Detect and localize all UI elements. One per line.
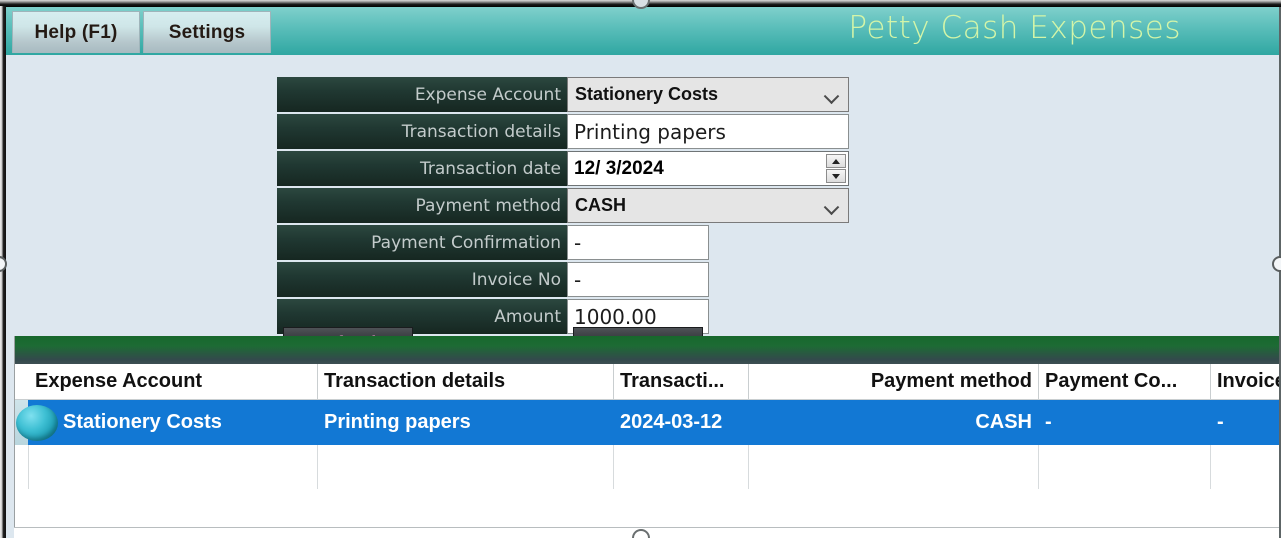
new-row-payment-confirmation[interactable] [1039,445,1211,489]
field-row-payment-method: Payment method CASH [277,188,849,223]
cell-transaction-details: Printing papers [318,400,614,445]
spinner-up-button[interactable] [826,154,846,168]
label-payment-confirmation: Payment Confirmation [277,225,567,260]
grid-header-transaction-date[interactable]: Transacti... [614,364,749,399]
transaction-details-value: Printing papers [574,119,726,144]
grid-header-expense-account[interactable]: Expense Account [29,364,318,399]
tab-help-label: Help (F1) [34,21,118,43]
new-row-transaction-date[interactable] [614,445,749,489]
label-transaction-details: Transaction details [277,114,567,149]
page-title: Petty Cash Expenses [848,10,1181,46]
field-row-payment-confirmation: Payment Confirmation - [277,225,849,260]
tab-settings[interactable]: Settings [143,11,271,53]
label-payment-method: Payment method [277,188,567,223]
payment-confirmation-input[interactable]: - [567,225,709,260]
amount-value: 1000.00 [574,304,657,329]
new-row-transaction-details[interactable] [318,445,614,489]
new-row-expense-account[interactable] [29,445,318,489]
grid-toolbar-strip [15,336,1280,364]
expense-account-select[interactable]: Stationery Costs [567,77,849,112]
chevron-down-icon [826,90,839,97]
cell-transaction-date: 2024-03-12 [614,400,749,445]
resize-handle-right[interactable] [1272,256,1281,272]
expense-form: Expense Account Stationery Costs Transac… [277,77,849,336]
grid-header-row: Expense Account Transaction details Tran… [15,364,1281,400]
application-window: Help (F1) Settings Petty Cash Expenses E… [0,0,1281,538]
grid-header-invoice-no[interactable]: Invoice [1211,364,1281,399]
grid-header-transaction-details[interactable]: Transaction details [318,364,614,399]
grid-header-payment-method[interactable]: Payment method [749,364,1039,399]
field-row-transaction-details: Transaction details Printing papers [277,114,849,149]
window-edge-left [0,6,6,538]
field-row-transaction-date: Transaction date 12/ 3/2024 [277,151,849,186]
label-expense-account: Expense Account [277,77,567,112]
tab-settings-label: Settings [168,21,246,43]
cell-expense-account: Stationery Costs [29,400,318,445]
grid-header-selector-cell [15,364,29,399]
grid-header-payment-confirmation[interactable]: Payment Co... [1039,364,1211,399]
cell-invoice-no: - [1211,400,1281,445]
table-row[interactable]: Stationery Costs Printing papers 2024-03… [15,400,1280,445]
invoice-no-value: - [574,267,582,292]
expenses-grid: Expense Account Transaction details Tran… [14,336,1281,532]
label-transaction-date: Transaction date [277,151,567,186]
expense-account-value: Stationery Costs [575,84,719,104]
transaction-date-value: 12/ 3/2024 [574,157,664,179]
chevron-down-icon [826,201,839,208]
cell-payment-confirmation: - [1039,400,1211,445]
new-row-payment-method[interactable] [749,445,1039,489]
toolbar-tabs: Help (F1) Settings [12,11,271,53]
label-invoice-no: Invoice No [277,262,567,297]
triangle-up-icon [832,158,840,164]
triangle-down-icon [832,173,840,179]
transaction-date-input[interactable]: 12/ 3/2024 [567,151,849,186]
tab-help[interactable]: Help (F1) [12,11,140,53]
grid-new-row[interactable] [15,445,1280,489]
header-bar: Help (F1) Settings Petty Cash Expenses [6,7,1279,55]
transaction-details-input[interactable]: Printing papers [567,114,849,149]
new-row-invoice-no[interactable] [1211,445,1281,489]
row-selector-cell[interactable] [15,400,58,445]
payment-method-select[interactable]: CASH [567,188,849,223]
invoice-no-input[interactable]: - [567,262,709,297]
payment-method-value: CASH [575,195,627,215]
payment-confirmation-value: - [574,230,582,255]
spinner-down-button[interactable] [826,169,846,183]
field-row-expense-account: Expense Account Stationery Costs [277,77,849,112]
new-row-selector-cell[interactable] [15,445,29,489]
record-indicator-icon [16,404,58,441]
date-spinner[interactable] [826,154,846,183]
field-row-invoice-no: Invoice No - [277,262,849,297]
cell-payment-method: CASH [749,400,1039,445]
